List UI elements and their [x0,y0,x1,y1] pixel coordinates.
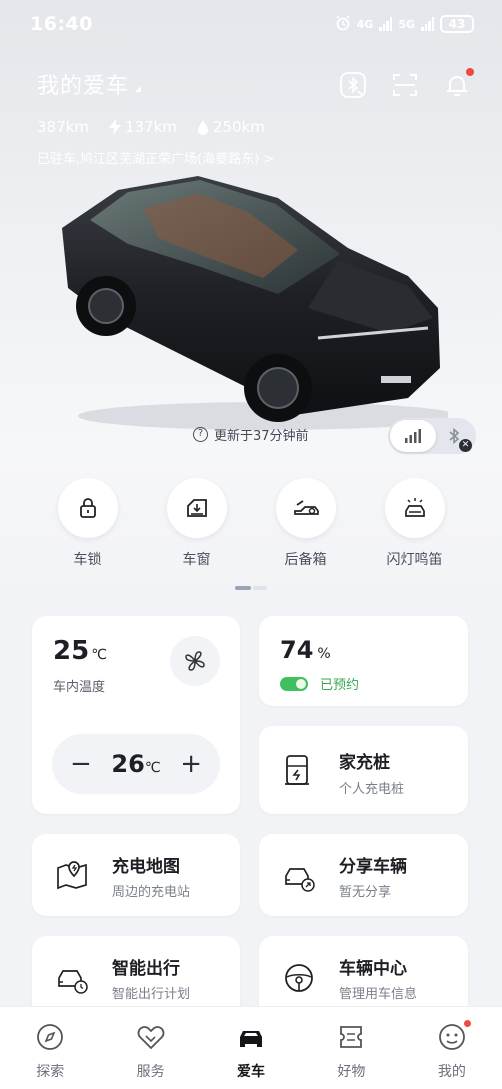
set-temperature: 26℃ [111,750,161,778]
page-indicator [235,586,269,590]
signal-icon-2 [421,17,434,31]
quick-action-label: 后备箱 [284,552,327,568]
status-bar: 16:40 4G 5G 43 [0,0,502,48]
climate-card[interactable]: 25 ℃ 车内温度 − 26℃ + [32,616,240,814]
card-title: 智能出行 [112,959,180,979]
map-pin-icon [57,861,87,890]
tab-label: 服务 [136,1064,165,1080]
connection-toggle[interactable]: ✕ [388,418,476,454]
network-label-2: 5G [398,17,415,31]
quick-action-window[interactable]: 车窗 [142,478,251,569]
interior-temperature: 25 ℃ [53,636,107,666]
window-icon [166,478,227,538]
bluetooth-off-icon[interactable] [338,70,368,100]
network-label-1: 4G [356,17,374,31]
interior-temperature-label: 车内温度 [53,680,106,695]
tab-label: 爱车 [237,1064,266,1080]
charger-icon [285,755,309,785]
increase-temp-button[interactable]: + [180,751,202,777]
range-info: 387km 137km 250km [37,118,265,136]
share-car-icon [285,868,315,892]
fan-icon [185,651,205,671]
handshake-icon [137,1026,164,1050]
dropdown-triangle-icon [135,86,142,92]
card-title: 充电地图 [112,857,180,877]
smile-icon [438,1024,465,1050]
card-subtitle: 周边的充电站 [112,885,191,900]
parking-location[interactable]: 已驻车,鸠江区芜湖正荣广场(海夔路东) > [37,148,274,167]
tab-label: 好物 [337,1064,366,1080]
card-subtitle: 个人充电桩 [339,782,405,797]
tab-explore[interactable]: 探索 [0,1007,100,1089]
tab-label: 探索 [36,1064,65,1080]
home-charger-card[interactable]: 家充桩 个人充电桩 [259,726,468,814]
header-actions [338,68,474,100]
status-icons: 4G 5G 43 [335,14,474,34]
reservation-status: 已预约 [320,678,360,693]
trunk-icon [275,478,336,538]
compass-icon [37,1024,64,1050]
card-subtitle: 智能出行计划 [112,987,191,1002]
help-icon[interactable]: ? [193,427,208,442]
fan-button[interactable] [170,636,220,686]
network-mode-button[interactable] [390,420,436,452]
temperature-setter: − 26℃ + [52,734,220,794]
card-subtitle: 暂无分享 [339,885,392,900]
card-title: 车辆中心 [339,959,407,979]
card-title: 家充桩 [339,753,390,773]
quick-action-lock[interactable]: 车锁 [33,478,142,569]
car-image [62,176,448,430]
lock-icon [57,478,118,538]
charge-map-card[interactable]: 充电地图 周边的充电站 [32,834,240,916]
car-selector[interactable]: 我的爱车 [37,68,142,100]
battery-card[interactable]: 74% 已预约 [259,616,468,706]
quick-action-label: 闪灯鸣笛 [386,552,443,568]
card-title: 分享车辆 [339,857,407,877]
bottom-tab-bar: 探索 服务 爱车 好物 我的 [0,1006,502,1089]
signal-bars-icon [405,429,421,443]
notification-dot [463,1020,471,1027]
signal-icon [379,17,393,31]
battery-indicator: 43 [440,15,474,33]
charging-icon [280,676,308,691]
steering-wheel-icon [285,964,313,992]
tab-label: 我的 [437,1064,466,1080]
quick-action-horn-light[interactable]: 闪灯鸣笛 [360,478,469,569]
card-subtitle: 管理用车信息 [339,987,418,1002]
disconnected-icon: ✕ [459,439,472,452]
alarm-icon [335,14,351,34]
share-vehicle-card[interactable]: 分享车辆 暂无分享 [259,834,468,916]
update-time: 更新于37分钟前 [214,429,309,444]
quick-actions: 车锁 车窗 后备箱 闪灯鸣笛 [0,478,502,569]
bell-icon[interactable] [442,68,474,100]
decrease-temp-button[interactable]: − [70,751,92,777]
lightning-icon [108,119,121,135]
notification-dot [466,68,474,76]
tab-my-car[interactable]: 爱车 [201,1007,301,1089]
car-clock-icon [58,970,88,994]
range-total: 387km [37,118,89,136]
tab-goods[interactable]: 好物 [301,1007,401,1089]
quick-action-label: 车窗 [182,552,211,568]
status-time: 16:40 [30,13,93,35]
fuel-drop-icon [197,120,208,135]
page-title: 我的爱车 [37,74,130,99]
quick-action-trunk[interactable]: 后备箱 [251,478,360,569]
battery-soc: 74% [280,636,331,664]
ticket-icon [340,1026,363,1048]
update-status: ? 更新于37分钟前 [193,425,309,444]
charge-reservation: 已预约 [280,674,359,693]
tab-service[interactable]: 服务 [100,1007,200,1089]
scan-icon[interactable] [390,70,420,100]
horn-light-icon [384,478,445,538]
range-fuel: 250km [197,118,265,136]
tab-mine[interactable]: 我的 [402,1007,502,1089]
car-icon [240,1031,263,1047]
range-electric: 137km [108,118,177,136]
quick-action-label: 车锁 [73,552,102,568]
